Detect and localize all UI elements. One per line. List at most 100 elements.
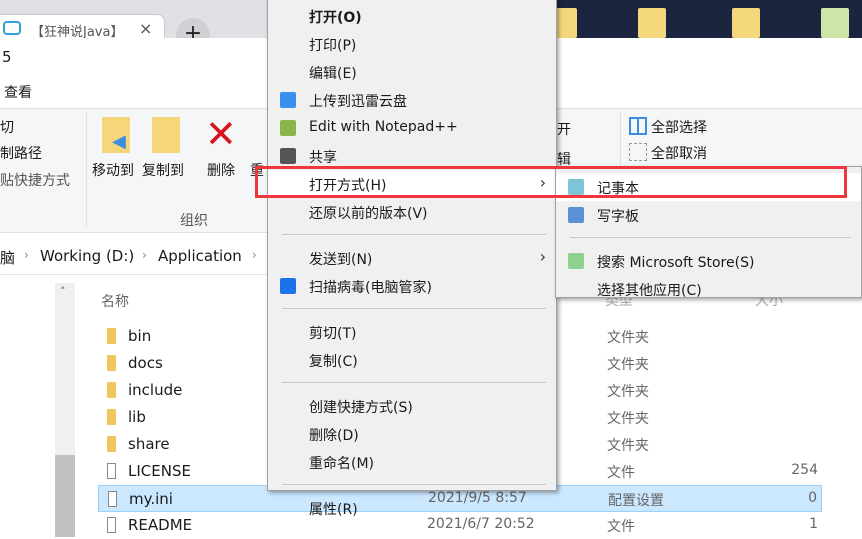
- desktop-notepad-plus-plus-icon[interactable]: [821, 8, 849, 38]
- breadcrumb-item[interactable]: 脑: [0, 247, 15, 268]
- file-type: 文件夹: [607, 384, 649, 400]
- select-all-button[interactable]: 全部选择: [651, 117, 707, 137]
- folder-icon: [107, 382, 116, 398]
- rename-button[interactable]: 重: [250, 160, 264, 180]
- scroll-up-icon[interactable]: ˄: [60, 285, 66, 298]
- divider: [86, 112, 87, 227]
- menu-item-label: 删除(D): [309, 428, 359, 444]
- file-type: 文件: [607, 465, 635, 481]
- file-icon: [107, 463, 116, 479]
- copy-to-button[interactable]: 复制到: [142, 160, 184, 180]
- delete-button[interactable]: 删除: [207, 160, 235, 180]
- chevron-right-icon: ›: [539, 247, 546, 266]
- menu-item[interactable]: Edit with Notepad++: [268, 114, 556, 142]
- file-name: bin: [128, 327, 152, 345]
- menu-item-label: 打开(O): [309, 10, 362, 26]
- folder-icon: [107, 328, 116, 344]
- menu-separator: [282, 308, 546, 309]
- menu-item[interactable]: 重命名(M): [268, 448, 556, 476]
- open-button[interactable]: 开: [557, 119, 571, 139]
- file-type: 文件夹: [607, 330, 649, 346]
- file-name: my.ini: [129, 490, 173, 508]
- menu-item[interactable]: 创建快捷方式(S): [268, 392, 556, 420]
- desktop-background: [549, 0, 862, 38]
- delete-icon: ✕: [205, 112, 237, 156]
- column-header-name[interactable]: 名称: [101, 291, 129, 311]
- file-type: 文件: [607, 519, 635, 535]
- ribbon-cut[interactable]: 切: [0, 117, 14, 137]
- menu-item-label: 剪切(T): [309, 326, 357, 342]
- menu-item[interactable]: 共享: [268, 142, 556, 170]
- shield-icon: [280, 278, 296, 294]
- scrollbar-thumb[interactable]: [55, 455, 75, 537]
- bilibili-icon: [3, 21, 21, 35]
- select-all-icon: [629, 117, 647, 135]
- chevron-right-icon[interactable]: ›: [24, 248, 29, 262]
- ribbon-paste-shortcut[interactable]: 贴快捷方式: [0, 170, 70, 190]
- file-type: 文件夹: [607, 411, 649, 427]
- copy-to-icon: [152, 117, 180, 153]
- file-type: 文件夹: [607, 357, 649, 373]
- menu-tab-view[interactable]: 查看: [4, 82, 32, 102]
- chevron-right-icon: ›: [539, 173, 546, 192]
- desktop-folder-icon[interactable]: [638, 8, 666, 38]
- ribbon-copy-path[interactable]: 制路径: [0, 143, 42, 163]
- menu-item[interactable]: 记事本: [556, 173, 861, 201]
- notepad-icon: [568, 179, 584, 195]
- tab-close-icon[interactable]: ×: [139, 19, 152, 38]
- menu-item-label: 共享: [309, 150, 337, 166]
- file-name: share: [128, 435, 170, 453]
- breadcrumb-item[interactable]: Working (D:): [40, 247, 134, 265]
- file-name: lib: [128, 408, 146, 426]
- menu-item[interactable]: 扫描病毒(电脑管家): [268, 272, 556, 300]
- group-label-organize: 组织: [180, 213, 208, 229]
- file-name: README: [128, 516, 193, 534]
- menu-item[interactable]: 复制(C): [268, 346, 556, 374]
- menu-item[interactable]: 打开(O): [268, 2, 556, 30]
- share-icon: [280, 148, 296, 164]
- move-to-icon: ◀: [102, 117, 130, 153]
- open-with-submenu: 记事本写字板搜索 Microsoft Store(S) 选择其他应用(C): [555, 166, 862, 299]
- menu-item[interactable]: 打印(P): [268, 30, 556, 58]
- menu-item[interactable]: 发送到(N) ›: [268, 244, 556, 272]
- desktop-folder-icon[interactable]: [732, 8, 760, 38]
- menu-item-label: 选择其他应用(C): [597, 283, 702, 299]
- folder-icon: [107, 409, 116, 425]
- menu-item-label: 创建快捷方式(S): [309, 400, 413, 416]
- menu-separator: [570, 237, 851, 238]
- menu-item[interactable]: 还原以前的版本(V): [268, 198, 556, 226]
- chevron-right-icon[interactable]: ›: [142, 248, 147, 262]
- menu-item[interactable]: 打开方式(H) ›: [268, 170, 556, 198]
- window-title: 5: [2, 48, 12, 66]
- menu-item[interactable]: 搜索 Microsoft Store(S): [556, 247, 861, 275]
- menu-item[interactable]: 上传到迅雷云盘: [268, 86, 556, 114]
- file-type: 配置设置: [608, 493, 664, 509]
- menu-item[interactable]: 剪切(T): [268, 318, 556, 346]
- file-size: 254: [791, 462, 818, 478]
- menu-item[interactable]: 编辑(E): [268, 58, 556, 86]
- menu-item-label: 属性(R): [309, 502, 358, 518]
- menu-item-label: 打开方式(H): [309, 178, 387, 194]
- folder-icon: [107, 355, 116, 371]
- context-menu: 打开(O) 打印(P) 编辑(E) 上传到迅雷云盘 Edit with Notepad+…: [267, 0, 557, 518]
- file-name: docs: [128, 354, 163, 372]
- menu-item[interactable]: 属性(R): [268, 494, 556, 522]
- menu-item-label: 搜索 Microsoft Store(S): [597, 255, 755, 271]
- notepad-plus-plus-icon: [280, 120, 296, 136]
- menu-item[interactable]: 选择其他应用(C): [556, 275, 861, 303]
- file-icon: [107, 517, 116, 533]
- menu-item[interactable]: 写字板: [556, 201, 861, 229]
- select-none-icon: [629, 143, 647, 161]
- menu-item-label: 重命名(M): [309, 456, 375, 472]
- wordpad-icon: [568, 207, 584, 223]
- move-to-button[interactable]: 移动到: [92, 160, 134, 180]
- chevron-right-icon[interactable]: ›: [252, 248, 257, 262]
- file-name: include: [128, 381, 183, 399]
- menu-item-label: 写字板: [597, 209, 639, 225]
- menu-separator: [282, 484, 546, 485]
- file-icon: [108, 491, 117, 507]
- breadcrumb-item[interactable]: Application: [158, 247, 242, 265]
- menu-item-label: 上传到迅雷云盘: [309, 94, 407, 110]
- menu-item[interactable]: 删除(D): [268, 420, 556, 448]
- select-none-button[interactable]: 全部取消: [651, 143, 707, 163]
